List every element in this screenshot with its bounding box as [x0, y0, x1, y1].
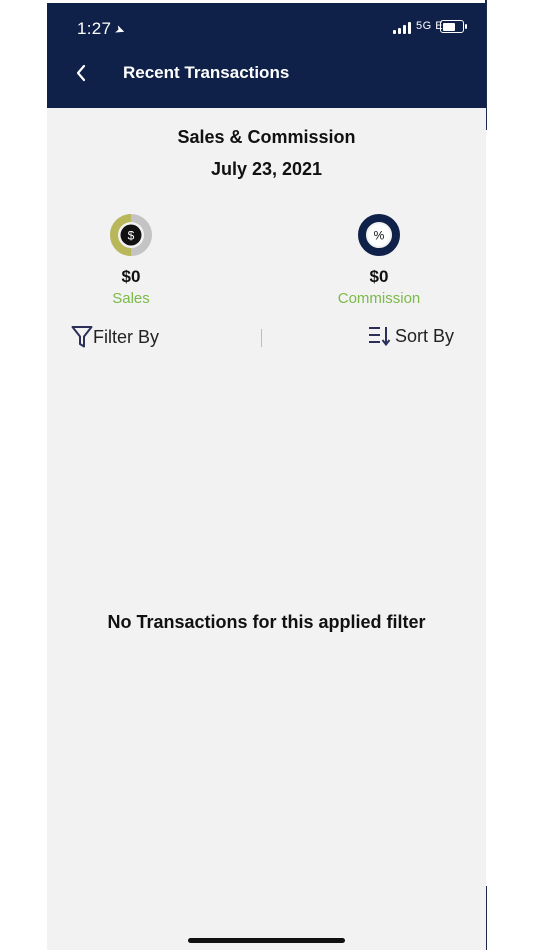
commission-label: Commission [337, 290, 421, 307]
home-indicator[interactable] [188, 938, 345, 943]
signal-icon [393, 22, 413, 34]
filter-button[interactable]: Filter By [71, 325, 159, 349]
filter-label: Filter By [93, 326, 160, 347]
report-title: Sales & Commission [177, 127, 356, 147]
sales-stat: $ $0 Sales [61, 214, 201, 307]
commission-ring-icon: % [358, 214, 400, 256]
empty-state-message: No Transactions for this applied filter [107, 612, 426, 632]
commission-stat: % $0 Commission [309, 214, 449, 307]
chevron-left-icon [76, 64, 86, 82]
sort-button[interactable]: Sort By [367, 325, 454, 347]
battery-icon [440, 20, 467, 33]
dollar-symbol: $ [128, 229, 135, 243]
status-time-text: 1:27 [77, 19, 112, 38]
toolbar-divider [261, 329, 262, 347]
page-title: Recent Transactions [123, 63, 290, 82]
sort-icon [369, 327, 391, 347]
sales-amount: $0 [121, 267, 141, 286]
filter-icon [71, 326, 93, 348]
percent-symbol: % [374, 229, 385, 243]
status-time: 1:27 ➤ [77, 19, 128, 39]
sales-label: Sales [112, 290, 150, 307]
commission-amount: $0 [369, 267, 389, 286]
back-button[interactable] [69, 61, 93, 85]
report-date: July 23, 2021 [210, 159, 323, 179]
phone-screen: 1:27 ➤ 5G E Recent Transactions Sales & C… [47, 3, 486, 950]
app-header: 1:27 ➤ 5G E Recent Transactions [47, 3, 486, 108]
sort-label: Sort By [395, 325, 455, 346]
sales-ring-icon: $ [110, 214, 152, 256]
location-arrow-icon: ➤ [113, 21, 128, 39]
